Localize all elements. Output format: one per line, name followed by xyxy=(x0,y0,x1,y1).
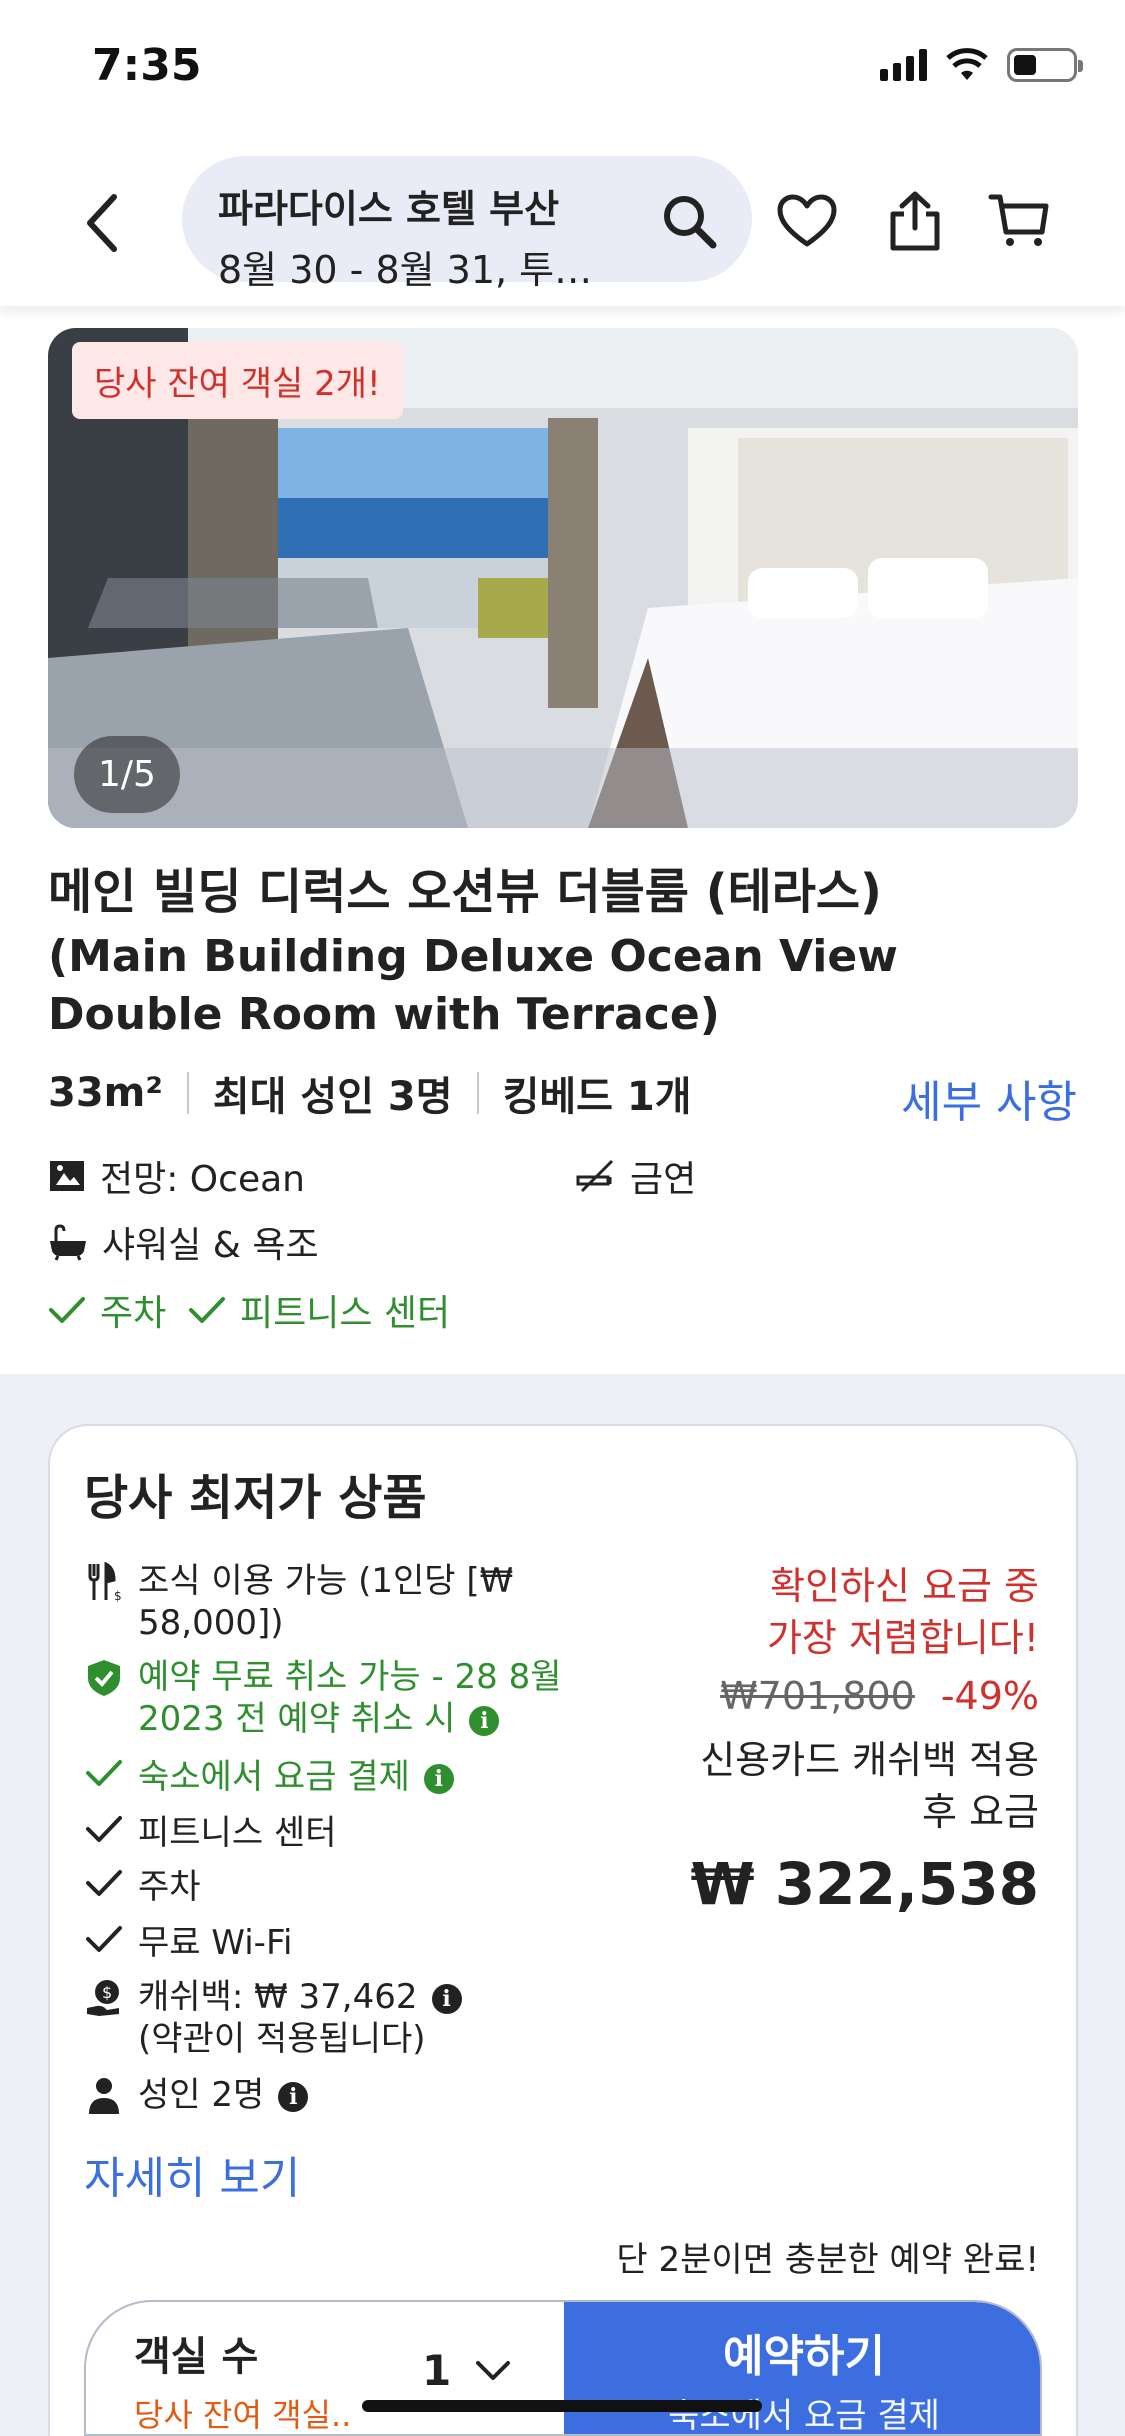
check-icon xyxy=(86,1926,122,1952)
info-icon[interactable]: i xyxy=(278,2081,309,2112)
amenity-parking-label: 주차 xyxy=(100,1293,167,1334)
original-price-row: ₩701,800 -49% xyxy=(720,1674,1039,1718)
feature-free-cancel: 예약 무료 취소 가능 - 28 8월 2023 전 예약 취소 시i xyxy=(84,1656,644,1740)
svg-text:$: $ xyxy=(102,1983,112,2002)
max-occupancy: 최대 성인 3명 xyxy=(212,1074,453,1120)
back-button[interactable] xyxy=(72,188,132,258)
person-icon xyxy=(89,2078,119,2114)
favorite-button[interactable] xyxy=(772,186,842,256)
cart-icon xyxy=(988,194,1049,246)
amenity-fitness: 피트니스 센터 xyxy=(188,1284,450,1336)
shield-check-icon xyxy=(88,1660,120,1696)
search-summary[interactable]: 파라다이스 호텔 부산 8월 30 - 8월 31, 투… xyxy=(182,156,752,292)
battery-icon xyxy=(1007,48,1083,82)
lowest-price-note-line2: 가장 저렴합니다! xyxy=(766,1616,1039,1660)
feature-adults-label: 성인 2명 xyxy=(138,2075,265,2115)
heart-icon xyxy=(777,194,837,247)
cashback-price-note: 신용카드 캐쉬백 적용 후 요금 xyxy=(700,1734,1039,1838)
share-icon xyxy=(890,191,940,251)
check-icon xyxy=(86,1870,122,1896)
share-button[interactable] xyxy=(880,186,950,256)
no-smoking-icon xyxy=(576,1159,614,1193)
wifi-icon xyxy=(946,48,988,80)
divider xyxy=(476,1072,479,1114)
more-details-link[interactable]: 자세히 보기 xyxy=(84,2142,300,2206)
feature-adults: 성인 2명 i xyxy=(84,2074,309,2116)
feature-cashback-terms: (약관이 적용됩니다) xyxy=(138,2019,426,2059)
check-icon xyxy=(189,1297,225,1323)
room-count-dropdown[interactable]: 1 xyxy=(422,2346,511,2395)
amenity-smoking: 금연 xyxy=(576,1150,696,1202)
back-icon xyxy=(87,194,117,252)
room-size: 33m² xyxy=(48,1070,163,1116)
cashback-price-note-line2: 후 요금 xyxy=(922,1790,1039,1834)
check-icon xyxy=(86,1760,122,1786)
room-title-korean: 메인 빌딩 디럭스 오션뷰 더블룸 (테라스) xyxy=(48,864,882,920)
feature-free-cancel-label: 예약 무료 취소 가능 - 28 8월 2023 전 예약 취소 시 xyxy=(138,1657,562,1739)
amenity-bath-label: 샤워실 & 욕조 xyxy=(102,1225,319,1266)
scarcity-badge: 당사 잔여 객실 2개! xyxy=(72,342,403,419)
top-navigation-bar: 파라다이스 호텔 부산 8월 30 - 8월 31, 투… xyxy=(0,140,1125,306)
search-icon[interactable] xyxy=(660,192,718,250)
booking-bar: 객실 수 당사 잔여 객실.. 1 예약하기 숙소에서 요금 결제 xyxy=(84,2300,1042,2436)
room-count-selector[interactable]: 객실 수 당사 잔여 객실.. 1 xyxy=(86,2302,564,2434)
status-icons xyxy=(880,48,1083,82)
feature-cashback-label: 캐쉬백: ₩ 37,462 xyxy=(138,1977,418,2017)
utensils-icon: $ xyxy=(88,1562,122,1602)
room-title-english: (Main Building Deluxe Ocean View Double … xyxy=(48,931,898,1040)
book-button[interactable]: 예약하기 숙소에서 요금 결제 xyxy=(564,2302,1040,2436)
feature-breakfast: $ 조식 이용 가능 (1인당 [₩ 58,000]) xyxy=(84,1560,644,1644)
amenity-bath: 샤워실 & 욕조 xyxy=(48,1216,319,1268)
bathtub-icon xyxy=(50,1224,86,1261)
check-icon xyxy=(49,1297,85,1323)
info-icon[interactable]: i xyxy=(423,1763,454,1794)
cellular-signal-icon xyxy=(880,49,927,81)
room-count-note: 당사 잔여 객실.. xyxy=(134,2396,352,2434)
book-button-label: 예약하기 xyxy=(723,2331,885,2382)
feature-wifi-label: 무료 Wi-Fi xyxy=(138,1923,293,1963)
room-photo[interactable]: 당사 잔여 객실 2개! 1/5 xyxy=(48,328,1078,828)
check-icon xyxy=(86,1816,122,1842)
status-bar: 7:35 xyxy=(0,0,1125,140)
deal-title: 당사 최저가 상품 xyxy=(84,1470,427,1526)
bed-type: 킹베드 1개 xyxy=(502,1074,692,1120)
feature-wifi: 무료 Wi-Fi xyxy=(84,1922,292,1964)
view-icon xyxy=(50,1161,84,1191)
final-price: ₩ 322,538 xyxy=(690,1850,1039,1918)
quick-booking-note: 단 2분이면 충분한 예약 완료! xyxy=(616,2240,1039,2280)
feature-pay-at-property-label: 숙소에서 요금 결제 xyxy=(138,1757,410,1797)
original-price: ₩701,800 xyxy=(720,1674,915,1718)
cart-button[interactable] xyxy=(984,186,1054,256)
svg-text:$: $ xyxy=(114,1589,122,1602)
book-button-sublabel: 숙소에서 요금 결제 xyxy=(668,2396,940,2436)
divider xyxy=(186,1072,189,1114)
amenity-parking: 주차 xyxy=(48,1284,166,1336)
feature-pay-at-property: 숙소에서 요금 결제 i xyxy=(84,1756,644,1798)
room-details-link[interactable]: 세부 사항 xyxy=(901,1066,1077,1130)
feature-breakfast-label: 조식 이용 가능 (1인당 [₩ 58,000]) xyxy=(138,1561,514,1643)
cashback-price-note-line1: 신용카드 캐쉬백 적용 xyxy=(700,1738,1039,1782)
feature-cashback: $ 캐쉬백: ₩ 37,462 i (약관이 적용됩니다) xyxy=(84,1976,462,2060)
room-count-value: 1 xyxy=(422,2346,452,2395)
home-indicator xyxy=(362,2400,762,2412)
discount-percent: -49% xyxy=(940,1674,1039,1718)
chevron-down-icon xyxy=(476,2360,511,2380)
lowest-price-note: 확인하신 요금 중 가장 저렴합니다! xyxy=(767,1560,1039,1664)
info-icon[interactable]: i xyxy=(469,1705,500,1736)
lowest-price-note-line1: 확인하신 요금 중 xyxy=(770,1564,1039,1608)
info-icon[interactable]: i xyxy=(431,1983,462,2014)
feature-fitness: 피트니스 센터 xyxy=(84,1812,337,1854)
feature-fitness-label: 피트니스 센터 xyxy=(138,1813,337,1853)
amenity-smoking-label: 금연 xyxy=(630,1159,697,1200)
cashback-icon: $ xyxy=(87,1980,119,2016)
photo-counter: 1/5 xyxy=(74,736,180,813)
status-time: 7:35 xyxy=(92,40,202,91)
amenity-view-label: 전망: Ocean xyxy=(100,1159,305,1200)
amenity-fitness-label: 피트니스 센터 xyxy=(240,1293,451,1334)
feature-parking: 주차 xyxy=(84,1866,201,1908)
feature-parking-label: 주차 xyxy=(138,1867,201,1907)
amenity-view: 전망: Ocean xyxy=(48,1150,305,1202)
